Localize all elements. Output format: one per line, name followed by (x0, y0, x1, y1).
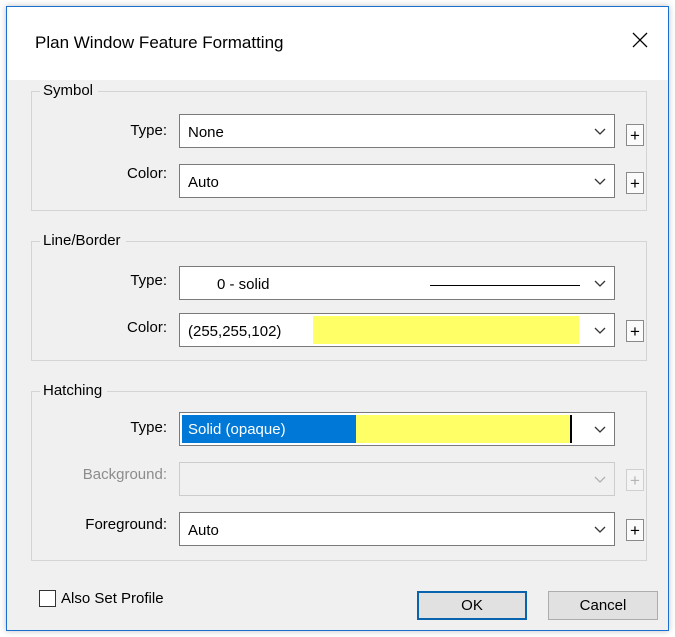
symbol-type-select[interactable]: None (179, 114, 615, 148)
hatching-foreground-select[interactable]: Auto (179, 512, 615, 546)
symbol-type-add-button[interactable]: + (626, 124, 644, 146)
line-type-label: Type: (130, 272, 167, 289)
line-color-add-button[interactable]: + (626, 320, 644, 342)
line-style-preview (430, 285, 580, 286)
hatching-background-select[interactable] (179, 462, 615, 496)
close-icon (632, 32, 648, 48)
hatching-background-add-button[interactable]: + (626, 469, 644, 491)
hatching-foreground-value: Auto (188, 522, 219, 539)
hatching-background-label: Background: (82, 466, 167, 483)
symbol-legend: Symbol (40, 82, 99, 99)
feature-formatting-dialog: Plan Window Feature Formatting Symbol Ty… (6, 6, 669, 631)
hatching-type-value: Solid (opaque) (188, 421, 286, 438)
line-color-swatch (313, 316, 579, 344)
cancel-button[interactable]: Cancel (548, 591, 658, 620)
hatching-type-swatch (356, 415, 572, 443)
symbol-color-add-button[interactable]: + (626, 172, 644, 194)
ok-button[interactable]: OK (417, 591, 527, 620)
line-color-value: (255,255,102) (188, 323, 282, 340)
symbol-type-label: Type: (130, 122, 167, 139)
hatching-type-label: Type: (130, 419, 167, 436)
chevron-down-icon (594, 280, 606, 287)
line-color-label: Color: (126, 319, 167, 336)
hatching-type-select[interactable]: Solid (opaque) (179, 412, 615, 446)
symbol-color-value: Auto (188, 174, 219, 191)
line-type-value: 0 - solid (217, 276, 270, 293)
hatching-legend: Hatching (40, 382, 108, 399)
title-bar: Plan Window Feature Formatting (7, 7, 668, 80)
chevron-down-icon (594, 476, 606, 483)
dialog-title: Plan Window Feature Formatting (35, 33, 284, 52)
symbol-color-label: Color: (126, 165, 167, 182)
chevron-down-icon (594, 178, 606, 185)
hatching-foreground-label: Foreground: (85, 516, 167, 533)
symbol-type-value: None (188, 124, 224, 141)
chevron-down-icon (594, 128, 606, 135)
hatching-foreground-add-button[interactable]: + (626, 519, 644, 541)
chevron-down-icon (594, 526, 606, 533)
also-set-profile-checkbox[interactable] (39, 590, 56, 607)
line-border-legend: Line/Border (40, 232, 126, 249)
also-set-profile-label: Also Set Profile (61, 590, 164, 607)
chevron-down-icon (594, 327, 606, 334)
line-type-select[interactable]: 0 - solid (179, 266, 615, 300)
line-color-select[interactable]: (255,255,102) (179, 313, 615, 347)
close-button[interactable] (612, 17, 668, 63)
chevron-down-icon (594, 426, 606, 433)
symbol-color-select[interactable]: Auto (179, 164, 615, 198)
